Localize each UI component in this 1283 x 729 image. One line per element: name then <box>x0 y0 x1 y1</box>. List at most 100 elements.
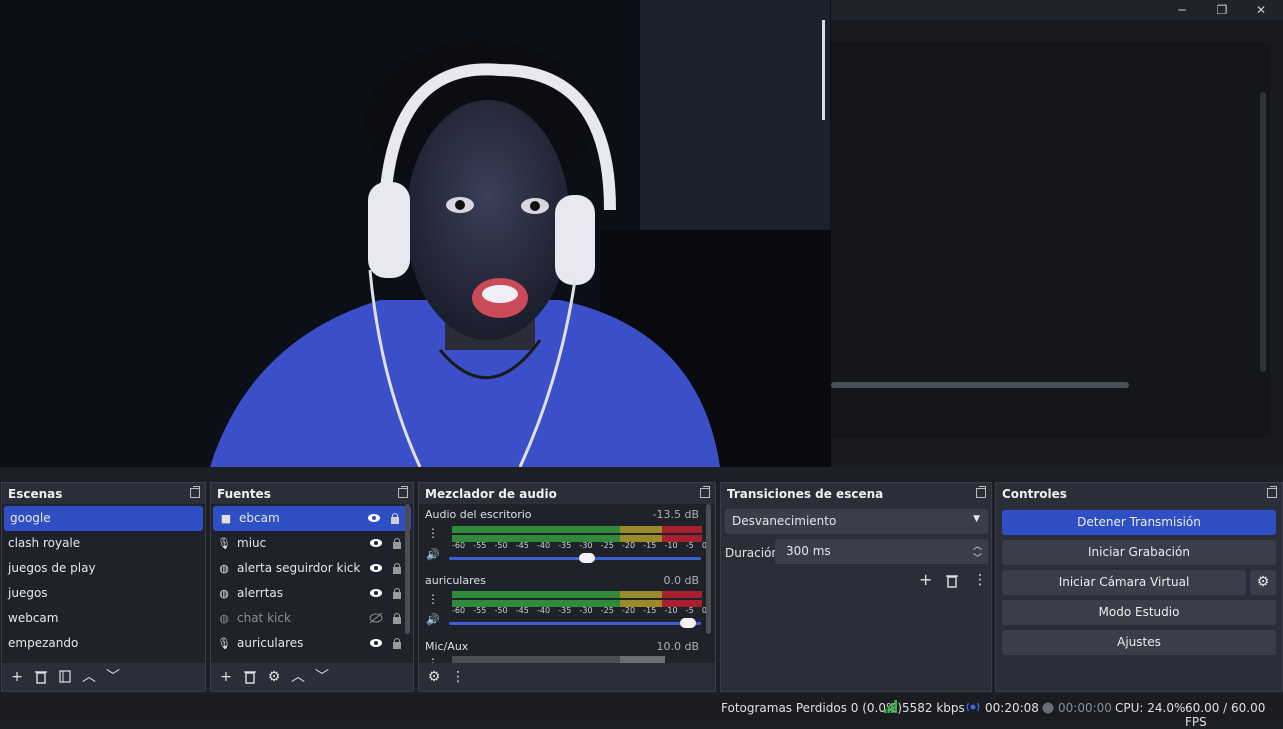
fps: 60.00 / 60.00 FPS <box>1185 701 1266 729</box>
mixer-dock-title: Mezclador de audio <box>419 483 715 504</box>
lock-icon[interactable] <box>391 537 403 549</box>
bitrate: 5582 kbps <box>902 701 965 715</box>
mixer-scrollbar[interactable] <box>706 504 711 634</box>
undock-icon[interactable] <box>976 486 986 498</box>
transition-select[interactable]: Desvanecimiento ▼ <box>725 509 988 534</box>
source-item[interactable]: 🎙 auriculares <box>211 631 413 656</box>
horizontal-scrollbar[interactable] <box>831 382 1129 388</box>
add-icon[interactable]: + <box>919 570 932 589</box>
dock-splitter[interactable] <box>0 467 1283 482</box>
sources-dock-title: Fuentes <box>211 483 413 504</box>
audio-meter <box>452 526 702 533</box>
scene-item[interactable]: clash royale <box>2 531 205 556</box>
meter-tick-label: -45 <box>515 541 529 550</box>
meter-tick-label: -50 <box>494 606 508 615</box>
lock-icon[interactable] <box>391 637 403 649</box>
gear-icon[interactable]: ⚙ <box>265 668 283 686</box>
source-label: chat kick <box>237 611 291 625</box>
volume-slider[interactable] <box>449 618 701 628</box>
camera-icon: ■ <box>220 511 232 525</box>
move-up-icon[interactable]: ︿ <box>80 668 98 686</box>
kebab-menu-icon[interactable]: ⋮ <box>427 656 439 663</box>
scene-item[interactable]: empezando <box>2 631 205 656</box>
undock-icon[interactable] <box>1267 486 1277 498</box>
trash-icon[interactable] <box>946 574 958 591</box>
sources-list: ■ ebcam 🎙 miuc ◍ alerta seguirdor kick ◍… <box>211 504 413 663</box>
scene-item[interactable]: google <box>4 506 203 531</box>
volume-slider[interactable] <box>449 553 701 563</box>
speaker-icon[interactable]: 🔊 <box>426 548 440 561</box>
start-recording-button[interactable]: Iniciar Grabación <box>1002 540 1276 565</box>
streaming-icon <box>966 701 980 716</box>
kebab-menu-icon[interactable]: ⋮ <box>427 592 439 606</box>
advanced-audio-gear-icon[interactable]: ⚙ <box>425 668 443 686</box>
meter-tick-label: -30 <box>579 606 593 615</box>
add-icon[interactable]: + <box>217 668 235 686</box>
meter-tick-label: -60 <box>452 606 466 615</box>
undock-icon[interactable] <box>190 486 200 498</box>
kebab-menu-icon[interactable]: ⋮ <box>973 572 987 588</box>
meter-tick-label: -10 <box>664 606 678 615</box>
duration-label: Duración <box>725 546 780 560</box>
studio-mode-button[interactable]: Modo Estudio <box>1002 600 1276 625</box>
duration-value: 300 ms <box>786 544 831 558</box>
close-button[interactable]: ✕ <box>1252 2 1270 18</box>
audio-meter <box>452 656 702 663</box>
start-virtual-camera-button[interactable]: Iniciar Cámara Virtual <box>1002 570 1246 595</box>
undock-icon[interactable] <box>700 486 710 498</box>
meter-tick-label: -55 <box>473 606 487 615</box>
volume-slider-handle[interactable] <box>579 553 595 563</box>
eye-hidden-icon[interactable] <box>369 612 383 624</box>
transitions-title: Transiciones de escena <box>727 487 884 501</box>
meter-tick-label: -40 <box>537 606 551 615</box>
source-item[interactable]: ◍ chat kick <box>211 606 413 631</box>
volume-slider-handle[interactable] <box>680 618 696 628</box>
meter-tick-label: -15 <box>643 606 657 615</box>
source-item[interactable]: 🎙 miuc <box>211 531 413 556</box>
lock-icon[interactable] <box>391 562 403 574</box>
kebab-menu-icon[interactable]: ⋮ <box>427 526 439 540</box>
lock-icon[interactable] <box>391 612 403 624</box>
stop-streaming-button[interactable]: Detener Transmisión <box>1002 510 1276 535</box>
meter-tick-label: -20 <box>622 541 636 550</box>
lock-icon[interactable] <box>389 512 401 524</box>
eye-icon[interactable] <box>367 512 381 524</box>
source-item[interactable]: ◍ alerrtas <box>211 581 413 606</box>
trash-icon[interactable] <box>32 668 50 686</box>
scene-item[interactable]: webcam <box>2 606 205 631</box>
duration-spinbox[interactable]: 300 ms ︿ ﹀ <box>775 539 988 564</box>
source-item[interactable]: ◍ alerta seguirdor kick <box>211 556 413 581</box>
meter-tick-label: -25 <box>600 606 614 615</box>
virtual-camera-settings-gear-icon[interactable]: ⚙ <box>1250 570 1276 595</box>
move-up-icon[interactable]: ︿ <box>289 668 307 686</box>
kebab-menu-icon[interactable]: ⋮ <box>449 668 467 686</box>
settings-button[interactable]: Ajustes <box>1002 630 1276 655</box>
source-item[interactable]: ■ ebcam <box>213 506 411 531</box>
eye-icon[interactable] <box>369 587 383 599</box>
scene-item[interactable]: juegos <box>2 581 205 606</box>
audio-meter <box>452 591 702 598</box>
move-down-icon[interactable]: ﹀ <box>313 668 331 686</box>
scenes-list: google clash royale juegos de play juego… <box>2 504 205 663</box>
trash-icon[interactable] <box>241 668 259 686</box>
speaker-icon[interactable]: 🔊 <box>426 613 440 626</box>
add-icon[interactable]: + <box>8 668 26 686</box>
vertical-scrollbar[interactable] <box>1260 92 1266 372</box>
undock-icon[interactable] <box>398 486 408 498</box>
minimize-button[interactable]: ─ <box>1173 2 1191 18</box>
sources-scrollbar[interactable] <box>405 504 410 634</box>
eye-icon[interactable] <box>369 637 383 649</box>
lock-icon[interactable] <box>391 587 403 599</box>
preview-canvas[interactable] <box>0 0 831 467</box>
meter-tick-label: -15 <box>643 541 657 550</box>
spin-down-icon[interactable]: ﹀ <box>973 551 982 564</box>
maximize-button[interactable]: ❐ <box>1213 2 1231 18</box>
source-label: miuc <box>237 536 267 550</box>
filter-icon[interactable] <box>56 668 74 686</box>
eye-icon[interactable] <box>369 562 383 574</box>
microphone-icon: 🎙 <box>217 636 231 650</box>
move-down-icon[interactable]: ﹀ <box>104 668 122 686</box>
scene-item[interactable]: juegos de play <box>2 556 205 581</box>
eye-icon[interactable] <box>369 537 383 549</box>
meter-tick-label: -5 <box>685 606 694 615</box>
